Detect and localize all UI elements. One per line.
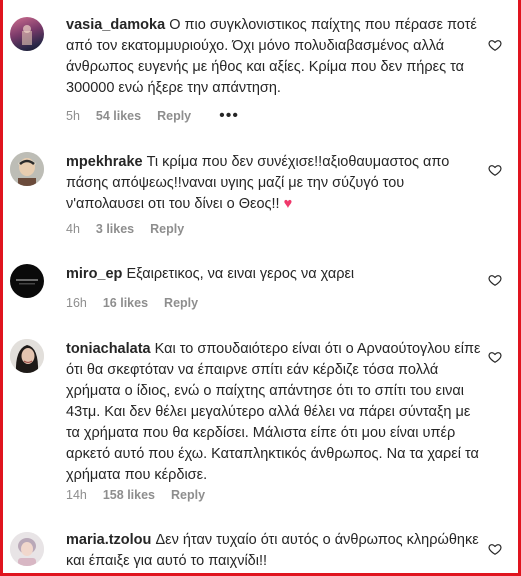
like-heart-icon[interactable] xyxy=(488,350,502,364)
comment-text: Και το σπουδαιότερο είναι ότι ο Αρναούτο… xyxy=(66,341,481,483)
avatar[interactable] xyxy=(10,339,44,373)
reply-button[interactable]: Reply xyxy=(164,296,198,310)
comment-time: 14h xyxy=(66,488,87,502)
comment-likes[interactable]: 16 likes xyxy=(103,296,148,310)
reply-button[interactable]: Reply xyxy=(157,109,191,123)
heart-emoji: ♥ xyxy=(283,196,293,212)
comment-username[interactable]: toniachalata xyxy=(66,341,151,357)
comment-time: 16h xyxy=(66,296,87,310)
comment-body: miro_ep Εξαιρετικος, να ειναι γερος να χ… xyxy=(66,264,484,285)
comment-body: toniachalata Και το σπουδαιότερο είναι ό… xyxy=(66,339,484,486)
comment-username[interactable]: mpekhrake xyxy=(66,154,143,170)
comment-username[interactable]: miro_ep xyxy=(66,266,122,282)
comment-item: vasia_damoka Ο πιο συγκλονιστικος παίχτη… xyxy=(0,0,521,135)
comment-item: maria.tzolou Δεν ήταν τυχαίο ότι αυτός ο… xyxy=(0,516,521,576)
comment-body: maria.tzolou Δεν ήταν τυχαίο ότι αυτός ο… xyxy=(66,530,484,572)
like-heart-icon[interactable] xyxy=(488,163,502,177)
comment-username[interactable]: vasia_damoka xyxy=(66,17,165,33)
like-heart-icon[interactable] xyxy=(488,542,502,556)
avatar[interactable] xyxy=(10,17,44,51)
comment-item: toniachalata Και το σπουδαιότερο είναι ό… xyxy=(0,322,521,516)
comment-meta: 14h 158 likes Reply xyxy=(66,488,205,502)
more-options-icon[interactable]: ••• xyxy=(219,108,239,124)
comment-item: miro_ep Εξαιρετικος, να ειναι γερος να χ… xyxy=(0,247,521,322)
reply-button[interactable]: Reply xyxy=(171,488,205,502)
like-heart-icon[interactable] xyxy=(488,38,502,52)
reply-button[interactable]: Reply xyxy=(150,222,184,236)
comment-meta: 5h 54 likes Reply ••• xyxy=(66,108,239,124)
comment-text: Εξαιρετικος, να ειναι γερος να χαρει xyxy=(126,266,355,282)
comment-likes[interactable]: 3 likes xyxy=(96,222,134,236)
comment-body: vasia_damoka Ο πιο συγκλονιστικος παίχτη… xyxy=(66,15,484,99)
comment-meta: 4h 3 likes Reply xyxy=(66,222,184,236)
comment-body: mpekhrake Τι κρίμα που δεν συνέχισε!!αξι… xyxy=(66,152,484,215)
like-heart-icon[interactable] xyxy=(488,273,502,287)
comment-time: 5h xyxy=(66,109,80,123)
comment-item: mpekhrake Τι κρίμα που δεν συνέχισε!!αξι… xyxy=(0,135,521,247)
avatar[interactable] xyxy=(10,152,44,186)
comment-time: 4h xyxy=(66,222,80,236)
comment-meta: 16h 16 likes Reply xyxy=(66,296,198,310)
comment-likes[interactable]: 158 likes xyxy=(103,488,155,502)
comment-username[interactable]: maria.tzolou xyxy=(66,532,151,548)
avatar[interactable] xyxy=(10,264,44,298)
avatar[interactable] xyxy=(10,532,44,566)
comment-likes[interactable]: 54 likes xyxy=(96,109,141,123)
